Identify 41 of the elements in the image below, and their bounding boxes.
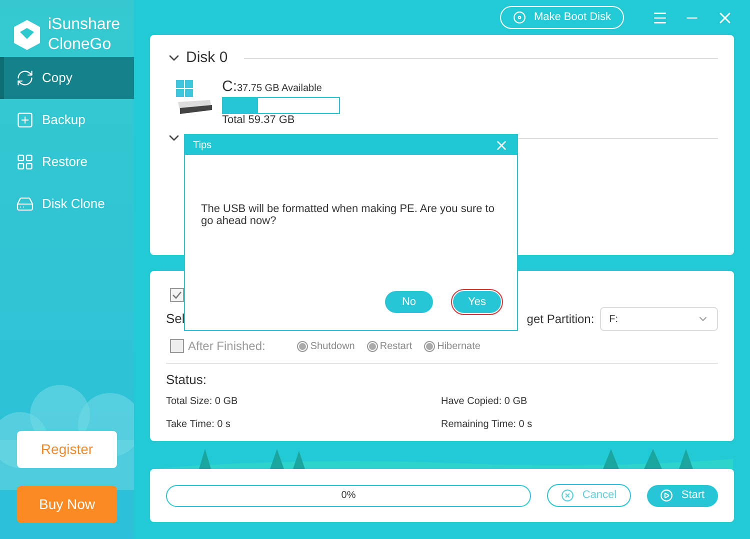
check-icon bbox=[172, 291, 182, 299]
logo-icon bbox=[12, 18, 42, 50]
buy-now-button[interactable]: Buy Now bbox=[17, 486, 117, 523]
status-text: Total Size: 0 GB bbox=[166, 394, 239, 408]
clone-icon bbox=[16, 195, 34, 213]
cancel-button[interactable]: Cancel bbox=[547, 484, 631, 507]
target-partition-dropdown[interactable]: F: bbox=[600, 307, 718, 331]
status-text: Have Copied: 0 GB bbox=[441, 394, 528, 408]
cancel-icon bbox=[561, 489, 574, 502]
app-name: CloneGo bbox=[48, 34, 112, 54]
backup-icon bbox=[16, 111, 34, 129]
menu-icon[interactable] bbox=[652, 10, 668, 26]
disc-icon bbox=[512, 11, 526, 24]
copy-icon bbox=[16, 69, 34, 87]
partition-total: Total 59.37 GB bbox=[222, 115, 296, 126]
dialog-message: The USB will be formatted when making PE. Are you sure to go ahead now? bbox=[200, 203, 496, 227]
partition-label: C:37.75 GB Available bbox=[222, 78, 323, 96]
status-text: Remaining Time: 0 s bbox=[441, 418, 534, 432]
sidebar-item[interactable]: Backup bbox=[0, 99, 134, 141]
drive-icon bbox=[174, 78, 214, 116]
make-boot-disk-button[interactable]: Make Boot Disk bbox=[500, 6, 624, 29]
select-label: Sel bbox=[166, 310, 185, 328]
status-text: Take Time: 0 s bbox=[166, 418, 232, 432]
dialog-button[interactable]: Yes bbox=[453, 291, 501, 313]
checkbox[interactable] bbox=[170, 288, 184, 302]
app-name: iSunshare bbox=[48, 14, 120, 34]
checkbox[interactable] bbox=[170, 339, 184, 353]
dialog-button[interactable]: No bbox=[385, 291, 433, 313]
after-finished-label: After Finished: bbox=[188, 338, 266, 355]
play-icon bbox=[660, 489, 674, 502]
restore-icon bbox=[16, 153, 34, 171]
sidebar-item[interactable]: Disk Clone bbox=[0, 183, 134, 225]
sidebar-item[interactable]: Restore bbox=[0, 141, 134, 183]
register-button[interactable]: Register bbox=[17, 431, 117, 468]
sidebar-item[interactable]: Copy bbox=[0, 57, 134, 99]
disk-title: Disk 0 bbox=[186, 48, 228, 68]
dialog-title: Tips bbox=[193, 138, 212, 152]
start-button[interactable]: Start bbox=[647, 484, 718, 506]
progress-label: 0% bbox=[341, 489, 356, 503]
status-title: Status: bbox=[166, 371, 208, 389]
target-partition-label: get Partition: bbox=[526, 311, 594, 328]
